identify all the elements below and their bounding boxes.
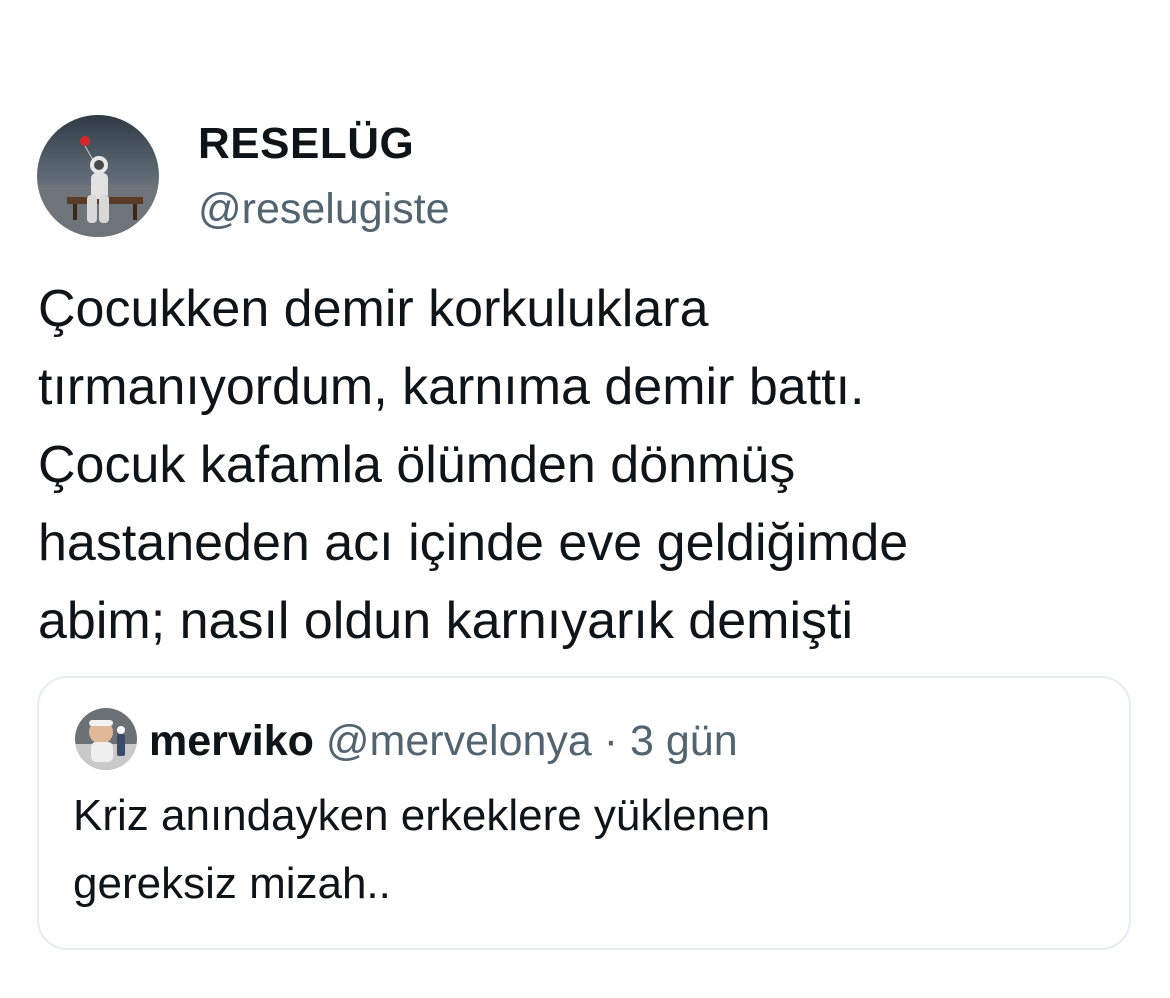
- quoted-author-display-name[interactable]: merviko: [149, 717, 314, 765]
- astronaut-on-bench-avatar-icon: [37, 115, 159, 237]
- quoted-tweet-text-line: gereksiz mizah..: [73, 859, 391, 908]
- header-separator: ·: [591, 717, 631, 765]
- child-photo-avatar-icon: [75, 708, 137, 770]
- quoted-tweet-timestamp[interactable]: 3 gün: [630, 717, 738, 765]
- tweet-text-line: hastaneden acı içinde eve geldiğimde: [38, 514, 909, 572]
- author-avatar[interactable]: [37, 115, 159, 237]
- quoted-tweet-text: Kriz anındayken erkeklere yüklenen gerek…: [73, 782, 1103, 918]
- quoted-tweet-header: merviko @mervelonya · 3 gün: [149, 714, 738, 768]
- tweet-text-line: Çocukken demir korkuluklara: [38, 280, 709, 338]
- quoted-tweet-text-line: Kriz anındayken erkeklere yüklenen: [73, 791, 771, 840]
- quoted-author-handle[interactable]: @mervelonya: [326, 717, 592, 765]
- author-display-name[interactable]: RESELÜG: [198, 116, 414, 172]
- tweet-text-line: Çocuk kafamla ölümden dönmüş: [38, 436, 796, 494]
- tweet-text: Çocukken demir korkuluklara tırmanıyordu…: [38, 270, 1148, 660]
- author-handle[interactable]: @reselugiste: [198, 182, 450, 236]
- tweet-text-line: tırmanıyordum, karnıma demir battı.: [38, 358, 865, 416]
- tweet-text-line: abim; nasıl oldun karnıyarık demişti: [38, 592, 854, 650]
- quoted-author-avatar[interactable]: [75, 708, 137, 770]
- quoted-tweet-card[interactable]: merviko @mervelonya · 3 gün Kriz anınday…: [37, 676, 1131, 950]
